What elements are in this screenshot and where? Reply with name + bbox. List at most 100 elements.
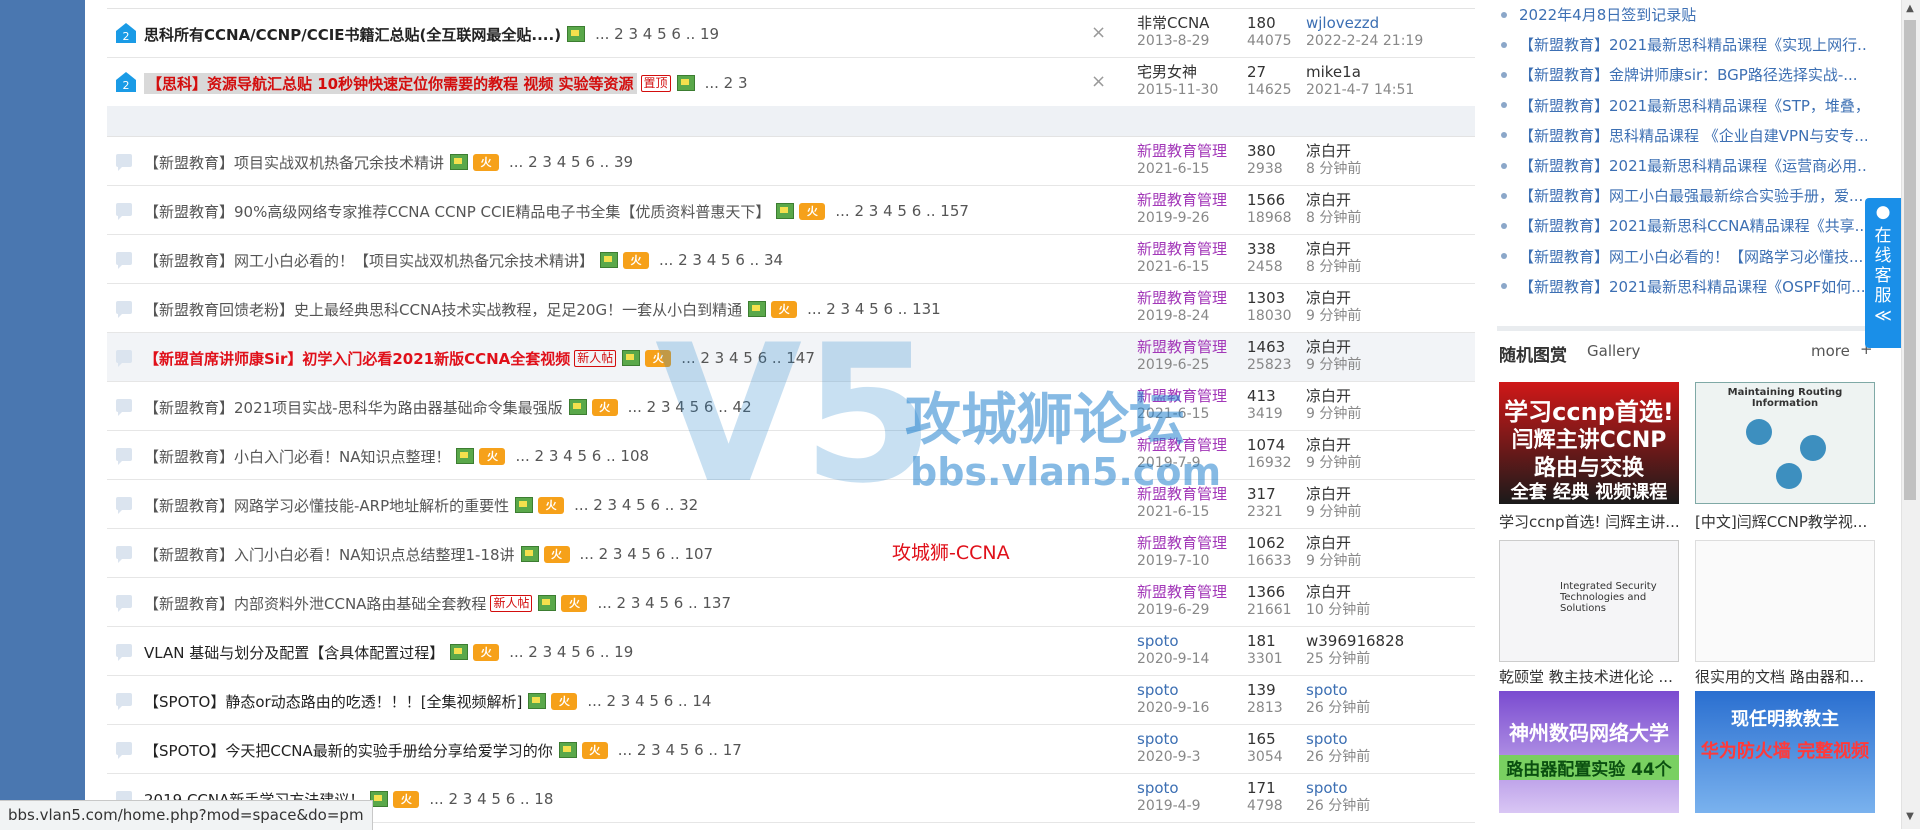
sidebar-thread-link[interactable]: 【新盟教育】金牌讲师康sir：BGP路径选择实战-... [1497, 64, 1867, 92]
thread-icon[interactable] [116, 595, 132, 612]
page-links[interactable]: ... 2 3 4 5 6 .. 34 [659, 251, 783, 269]
close-icon[interactable]: × [1091, 71, 1106, 92]
last-poster[interactable]: 凉白开 [1306, 485, 1361, 503]
sidebar-thread-link[interactable]: 2022年4月8日签到记录贴 [1497, 4, 1867, 32]
online-service-button[interactable]: ● 在线客服 ≪ [1865, 198, 1901, 348]
thread-title-link[interactable]: 【新盟教育】小白入门必看！NA知识点整理！ [144, 446, 450, 467]
last-poster[interactable]: spoto [1306, 681, 1370, 699]
author-name[interactable]: 新盟教育管理 [1137, 583, 1227, 601]
thread-icon[interactable] [116, 252, 132, 269]
author-name[interactable]: 新盟教育管理 [1137, 387, 1227, 405]
last-poster[interactable]: 凉白开 [1306, 338, 1361, 356]
author-name[interactable]: 宅男女神 [1137, 63, 1218, 81]
thread-title-link[interactable]: 【新盟教育】2021项目实战-思科华为路由器基础命令集最强版 [144, 397, 563, 418]
gallery-more-link[interactable]: more [1811, 342, 1850, 360]
sidebar-thread-link[interactable]: 【新盟教育】网工小白最强最新综合实验手册，爱... [1497, 185, 1867, 213]
author-name[interactable]: 非常CCNA [1137, 14, 1209, 32]
last-poster[interactable]: 凉白开 [1306, 534, 1361, 552]
page-links[interactable]: ... 2 3 4 5 6 .. 42 [628, 398, 752, 416]
last-poster[interactable]: wjlovezzd [1306, 14, 1423, 32]
sidebar-thread-link[interactable]: 【新盟教育】网工小白必看的！【网路学习必懂技... [1497, 246, 1867, 274]
thread-icon[interactable] [116, 742, 132, 759]
thread-icon[interactable] [116, 350, 132, 367]
gallery-thumb[interactable]: Integrated Security Technologies and Sol… [1499, 540, 1679, 662]
thread-title-link[interactable]: 【新盟教育】内部资料外泄CCNA路由基础全套教程 [144, 593, 486, 614]
last-poster[interactable]: 凉白开 [1306, 436, 1361, 454]
thread-icon[interactable] [116, 497, 132, 514]
last-poster[interactable]: mike1a [1306, 63, 1414, 81]
page-links[interactable]: ... 2 3 4 5 6 .. 17 [618, 741, 742, 759]
close-icon[interactable]: × [1091, 22, 1106, 43]
author-name[interactable]: 新盟教育管理 [1137, 338, 1227, 356]
last-poster[interactable]: 凉白开 [1306, 583, 1370, 601]
author-name[interactable]: spoto [1137, 779, 1201, 797]
page-links[interactable]: ... 2 3 4 5 6 .. 39 [509, 153, 633, 171]
last-poster[interactable]: w396916828 [1306, 632, 1404, 650]
thread-title-link[interactable]: VLAN 基础与划分及配置【含具体配置过程】 [144, 642, 444, 663]
thread-title-link[interactable]: 【SPOTO】今天把CCNA最新的实验手册给分享给爱学习的你 [144, 740, 553, 761]
scrollbar-thumb[interactable] [1904, 20, 1916, 500]
page-links[interactable]: ... 2 3 4 5 6 .. 19 [509, 643, 633, 661]
thread-title-link[interactable]: 【思科】资源导航汇总贴 10秒钟快速定位你需要的教程 视频 实验等资源 [144, 72, 637, 94]
scroll-up-arrow-icon[interactable]: ▲ [1905, 4, 1915, 14]
author-name[interactable]: spoto [1137, 681, 1209, 699]
thread-title-link[interactable]: 【新盟首席讲师康Sir】初学入门必看2021新版CCNA全套视频 [144, 348, 570, 369]
last-poster[interactable]: 凉白开 [1306, 289, 1361, 307]
scroll-down-arrow-icon[interactable]: ▼ [1905, 812, 1915, 822]
gallery-caption[interactable]: [中文]闫辉CCNP教学视... [1695, 511, 1875, 532]
last-poster[interactable]: 凉白开 [1306, 142, 1361, 160]
author-name[interactable]: 新盟教育管理 [1137, 191, 1227, 209]
thread-title-link[interactable]: 【新盟教育】网工小白必看的！【项目实战双机热备冗余技术精讲】 [144, 250, 594, 271]
page-links[interactable]: ... 2 3 [705, 74, 748, 92]
thread-icon[interactable] [116, 203, 132, 220]
thread-title-link[interactable]: 【新盟教育回馈老粉】史上最经典思科CCNA技术实战教程，足足20G！一套从小白到… [144, 299, 742, 320]
page-links[interactable]: ... 2 3 4 5 6 .. 131 [807, 300, 941, 318]
thread-title-link[interactable]: 【新盟教育】项目实战双机热备冗余技术精讲 [144, 152, 444, 173]
thread-title-link[interactable]: 【新盟教育】网路学习必懂技能-ARP地址解析的重要性 [144, 495, 509, 516]
gallery-thumb[interactable]: 现任明教教主 华为防火墙 完整视频 [1695, 691, 1875, 813]
thread-icon[interactable] [116, 644, 132, 661]
gallery-thumb[interactable] [1695, 540, 1875, 662]
page-links[interactable]: ... 2 3 4 5 6 .. 108 [515, 447, 649, 465]
author-name[interactable]: spoto [1137, 632, 1209, 650]
page-links[interactable]: ... 2 3 4 5 6 .. 19 [595, 25, 719, 43]
page-links[interactable]: ... 2 3 4 5 6 .. 157 [835, 202, 969, 220]
thread-icon[interactable] [116, 301, 132, 318]
sidebar-thread-link[interactable]: 【新盟教育】2021最新思科精品课程《OSPF如何... [1497, 276, 1867, 304]
thread-title-link[interactable]: 【SPOTO】静态or动态路由的吃透！！！[全集视频解析] [144, 691, 522, 712]
gallery-thumb[interactable]: 学习ccnp首选! 闫辉主讲CCNP 路由与交换 全套 经典 视频课程 [1499, 382, 1679, 504]
page-links[interactable]: ... 2 3 4 5 6 .. 32 [574, 496, 698, 514]
thread-title-link[interactable]: 【新盟教育】90%高级网络专家推荐CCNA CCNP CCIE精品电子书全集【优… [144, 201, 770, 222]
author-name[interactable]: 新盟教育管理 [1137, 142, 1227, 160]
thread-title-link[interactable]: 【新盟教育】入门小白必看！NA知识点总结整理1-18讲 [144, 544, 515, 565]
thread-icon[interactable] [116, 448, 132, 465]
gallery-caption[interactable]: 很实用的文档 路由器和... [1695, 666, 1875, 687]
sidebar-thread-link[interactable]: 【新盟教育】2021最新思科CCNA精品课程《共享... [1497, 215, 1867, 243]
page-links[interactable]: ... 2 3 4 5 6 .. 14 [587, 692, 711, 710]
thread-title-link[interactable]: 思科所有CCNA/CCNP/CCIE书籍汇总贴(全互联网最全贴....) [144, 24, 561, 45]
author-name[interactable]: 新盟教育管理 [1137, 240, 1227, 258]
page-links[interactable]: ... 2 3 4 5 6 .. 137 [597, 594, 731, 612]
sidebar-thread-link[interactable]: 【新盟教育】思科精品课程 《企业自建VPN与安专... [1497, 125, 1867, 153]
thread-icon[interactable] [116, 154, 132, 171]
gallery-thumb[interactable]: 神州数码网络大学 路由器配置实验 44个 [1499, 691, 1679, 813]
page-links[interactable]: ... 2 3 4 5 6 .. 18 [429, 790, 553, 808]
last-poster[interactable]: spoto [1306, 779, 1370, 797]
last-poster[interactable]: spoto [1306, 730, 1370, 748]
author-name[interactable]: 新盟教育管理 [1137, 534, 1227, 552]
last-poster[interactable]: 凉白开 [1306, 387, 1361, 405]
gallery-thumb[interactable]: Maintaining Routing Information [1695, 382, 1875, 504]
author-name[interactable]: 新盟教育管理 [1137, 436, 1227, 454]
author-name[interactable]: 新盟教育管理 [1137, 485, 1227, 503]
sidebar-thread-link[interactable]: 【新盟教育】2021最新思科精品课程《运营商必用... [1497, 155, 1867, 183]
last-poster[interactable]: 凉白开 [1306, 191, 1361, 209]
sidebar-thread-link[interactable]: 【新盟教育】2021最新思科精品课程《STP，堆叠，... [1497, 95, 1867, 123]
page-links[interactable]: ... 2 3 4 5 6 .. 107 [580, 545, 714, 563]
thread-icon[interactable] [116, 546, 132, 563]
thread-icon[interactable] [116, 693, 132, 710]
thread-icon[interactable] [116, 399, 132, 416]
author-name[interactable]: 新盟教育管理 [1137, 289, 1227, 307]
sidebar-thread-link[interactable]: 【新盟教育】2021最新思科精品课程《实现上网行... [1497, 34, 1867, 62]
gallery-caption[interactable]: 学习ccnp首选! 闫辉主讲... [1499, 511, 1679, 532]
author-name[interactable]: spoto [1137, 730, 1201, 748]
